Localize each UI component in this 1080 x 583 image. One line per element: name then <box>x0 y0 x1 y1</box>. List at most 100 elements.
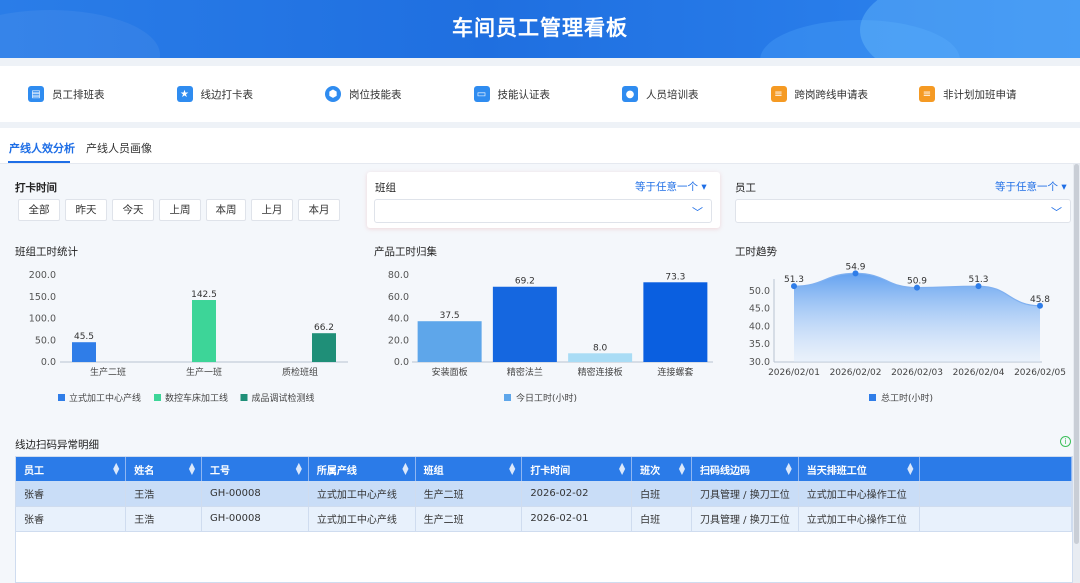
sort-icon[interactable]: ▲ ▼ <box>296 462 302 476</box>
column-header[interactable]: 班次 ▲ ▼ <box>631 457 692 481</box>
legend-swatch <box>154 394 161 401</box>
tab-personnel-profile[interactable]: 产线人员画像 <box>86 140 152 156</box>
x-tick-label: 生产一班 <box>186 366 222 378</box>
table-header-row: 员工 ▲ ▼ 姓名 ▲ ▼ 工号 ▲ ▼ 所属产线 ▲ ▼ 班组 ▲ ▼ 打卡时间 ▲ ▼ 班次 ▲ ▼ 扫码线边码 ▲ ▼ 当… <box>16 457 1072 481</box>
column-header[interactable]: 当天排班工位 ▲ ▼ <box>798 457 921 481</box>
employee-match-mode-dropdown[interactable]: 等于任意一个 ▾ <box>995 179 1067 194</box>
table-row[interactable]: 张睿 王浩 GH-00008 立式加工中心产线 生产二班 2026-02-01 白班 刀具管理… <box>16 506 1072 532</box>
column-header[interactable]: 姓名 ▲ ▼ <box>125 457 203 481</box>
data-label: 45.5 <box>74 332 94 342</box>
quick-link-1[interactable]: ▤ 员工排班表 <box>28 86 177 102</box>
y-tick-label: 150.0 <box>29 292 56 303</box>
quick-link-6[interactable]: ≡ 跨岗跨线申请表 <box>770 86 920 102</box>
table-cell: GH-00008 <box>201 506 309 532</box>
caret-down-icon: ▾ <box>701 181 707 193</box>
table-cell: 立式加工中心产线 <box>308 506 416 532</box>
column-header[interactable]: 扫码线边码 ▲ ▼ <box>691 457 799 481</box>
sort-icon[interactable]: ▲ ▼ <box>907 462 913 476</box>
x-tick-label: 2026/02/01 <box>768 368 820 378</box>
y-tick-label: 50.0 <box>749 286 770 297</box>
bar <box>568 353 633 362</box>
table-cell: 生产二班 <box>415 481 523 507</box>
y-tick-label: 0.0 <box>41 357 56 368</box>
user-icon: ● <box>622 86 638 102</box>
form-icon: ≡ <box>919 86 935 102</box>
page-title: 车间员工管理看板 <box>452 16 628 40</box>
employee-select[interactable]: ﹀ <box>735 199 1071 223</box>
data-label: 51.3 <box>968 275 988 285</box>
info-icon[interactable]: i <box>1060 436 1071 447</box>
quick-link-5[interactable]: ● 人员培训表 <box>622 86 771 102</box>
legend-label: 成品调试检测线 <box>252 392 315 404</box>
data-label: 54.9 <box>845 262 865 272</box>
quick-link-3[interactable]: ⬢ 岗位技能表 <box>325 86 474 102</box>
tab-efficiency-analysis[interactable]: 产线人效分析 <box>9 140 75 156</box>
time-button-5[interactable]: 本周 <box>206 199 246 221</box>
scrollbar-thumb[interactable] <box>1074 164 1079 544</box>
sort-icon[interactable]: ▲ ▼ <box>113 462 119 476</box>
y-tick-label: 30.0 <box>749 357 770 368</box>
sort-icon[interactable]: ▲ ▼ <box>189 462 195 476</box>
table-cell-filler <box>919 506 1072 532</box>
sort-icon[interactable]: ▲ ▼ <box>786 462 792 476</box>
x-tick-label: 2026/02/05 <box>1014 368 1066 378</box>
column-header-label: 班组 <box>423 465 444 477</box>
legend-swatch <box>504 394 511 401</box>
table-cell: 刀具管理 / 换刀工位 <box>691 506 799 532</box>
bar <box>643 282 708 362</box>
data-label: 66.2 <box>314 323 334 333</box>
table-cell: 王浩 <box>125 506 203 532</box>
quick-link-2[interactable]: ★ 线边打卡表 <box>176 86 326 102</box>
time-button-6[interactable]: 上月 <box>251 199 293 221</box>
column-header[interactable]: 班组 ▲ ▼ <box>415 457 523 481</box>
time-button-1[interactable]: 全部 <box>18 199 60 221</box>
quick-link-7[interactable]: ≡ 非计划加班申请 <box>919 86 1068 102</box>
team-select[interactable]: ﹀ <box>374 199 712 223</box>
column-header-label: 工号 <box>210 465 231 477</box>
sort-icon[interactable]: ▲ ▼ <box>619 462 625 476</box>
y-tick-label: 100.0 <box>29 314 56 325</box>
tab-bar: 产线人效分析 产线人员画像 <box>0 128 1080 164</box>
quick-link-label: 跨岗跨线申请表 <box>794 88 869 101</box>
team-match-mode-dropdown[interactable]: 等于任意一个 ▾ <box>635 179 707 194</box>
bookmark-star-icon: ★ <box>176 86 193 102</box>
chevron-down-icon: ﹀ <box>1051 206 1062 219</box>
time-button-2[interactable]: 昨天 <box>65 199 107 221</box>
column-header[interactable]: 所属产线 ▲ ▼ <box>308 457 416 481</box>
x-tick-label: 精密法兰 <box>507 366 543 378</box>
time-button-4[interactable]: 上周 <box>159 199 201 221</box>
data-label: 142.5 <box>191 290 217 300</box>
quick-link-4[interactable]: ▭ 技能认证表 <box>473 86 623 102</box>
sort-icon[interactable]: ▲ ▼ <box>679 462 685 476</box>
sort-icon[interactable]: ▲ ▼ <box>402 462 408 476</box>
x-tick-label: 2026/02/03 <box>891 368 943 378</box>
table-cell: 王浩 <box>125 481 203 507</box>
time-button-3[interactable]: 今天 <box>112 199 154 221</box>
team-match-mode-label: 等于任意一个 <box>635 181 698 193</box>
column-header[interactable]: 工号 ▲ ▼ <box>201 457 309 481</box>
legend-label: 立式加工中心产线 <box>69 392 141 404</box>
column-header[interactable]: 打卡时间 ▲ ▼ <box>521 457 633 481</box>
quick-link-label: 技能认证表 <box>497 88 551 101</box>
employee-filter-title: 员工 <box>735 182 756 194</box>
hexagon-icon: ⬢ <box>325 86 341 102</box>
hours-trend-chart-card: 工时趋势 50.0 45.0 40.0 35.0 30.0 51.3 2026/02/01 5… <box>728 236 1072 422</box>
vertical-scrollbar[interactable] <box>1073 164 1080 583</box>
bar <box>417 321 482 362</box>
team-filter-panel: 班组 等于任意一个 ▾ ﹀ <box>367 172 720 228</box>
column-header-label: 打卡时间 <box>530 465 571 477</box>
x-tick-label: 安装面板 <box>432 366 468 378</box>
time-button-7[interactable]: 本月 <box>298 199 340 221</box>
dashboard-header: 车间员工管理看板 <box>0 0 1080 58</box>
table-row[interactable]: 张睿 王浩 GH-00008 立式加工中心产线 生产二班 2026-02-02 白班 刀具管理… <box>16 481 1072 507</box>
column-header[interactable]: 员工 ▲ ▼ <box>16 457 127 481</box>
exception-table-grid: 员工 ▲ ▼ 姓名 ▲ ▼ 工号 ▲ ▼ 所属产线 ▲ ▼ 班组 ▲ ▼ 打卡时间 ▲ ▼ 班次 ▲ ▼ 扫码线边码 ▲ ▼ 当… <box>16 457 1072 532</box>
column-header-label: 班次 <box>640 465 661 477</box>
sort-icon[interactable]: ▲ ▼ <box>509 462 515 476</box>
bar <box>72 342 96 362</box>
chevron-down-icon: ﹀ <box>692 206 703 219</box>
y-tick-label: 45.0 <box>749 304 770 315</box>
bar <box>192 300 216 362</box>
x-tick-label: 2026/02/04 <box>953 368 1005 378</box>
table-cell: 2026-02-01 <box>521 506 633 532</box>
